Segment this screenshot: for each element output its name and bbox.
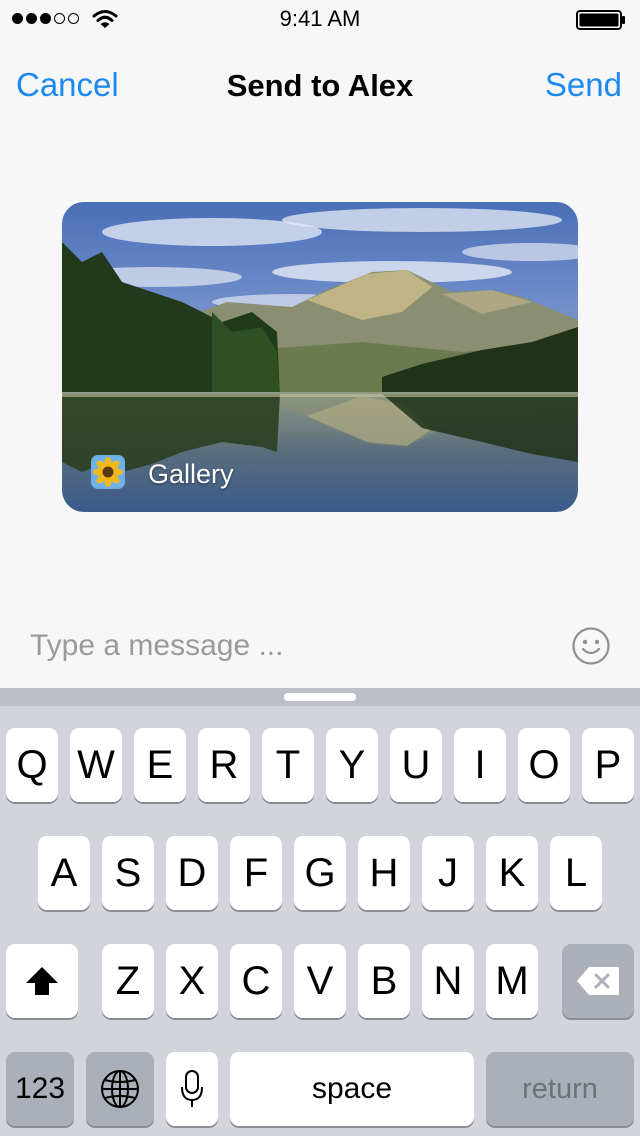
battery-icon [576, 10, 625, 30]
key-v[interactable]: V [294, 944, 346, 1018]
key-g[interactable]: G [294, 836, 346, 910]
send-button[interactable]: Send [545, 66, 622, 104]
key-p[interactable]: P [582, 728, 634, 802]
attachment-image [62, 202, 578, 512]
key-a[interactable]: A [38, 836, 90, 910]
navigation-bar: Cancel Send to Alex Send [0, 60, 640, 116]
key-u[interactable]: U [390, 728, 442, 802]
shift-key[interactable] [6, 944, 78, 1018]
return-key[interactable]: return [486, 1052, 634, 1126]
dictation-key[interactable] [166, 1052, 218, 1126]
keyboard: Q W E R T Y U I O P A S D F G H J K L Z … [0, 688, 640, 1136]
globe-key[interactable] [86, 1052, 154, 1126]
sunflower-icon [91, 455, 125, 489]
attachment-source-label: Gallery [148, 459, 234, 489]
key-w[interactable]: W [70, 728, 122, 802]
keyboard-header [0, 688, 640, 706]
key-z[interactable]: Z [102, 944, 154, 1018]
smiley-icon[interactable] [571, 626, 611, 666]
microphone-icon [181, 1070, 203, 1107]
key-l[interactable]: L [550, 836, 602, 910]
status-bar: 9:41 AM [0, 0, 640, 40]
shift-icon [26, 967, 58, 995]
status-time: 9:41 AM [279, 6, 361, 31]
key-m[interactable]: M [486, 944, 538, 1018]
key-t[interactable]: T [262, 728, 314, 802]
key-i[interactable]: I [454, 728, 506, 802]
cancel-button[interactable]: Cancel [16, 66, 119, 104]
backspace-key[interactable] [562, 944, 634, 1018]
key-j[interactable]: J [422, 836, 474, 910]
key-e[interactable]: E [134, 728, 186, 802]
key-c[interactable]: C [230, 944, 282, 1018]
key-r[interactable]: R [198, 728, 250, 802]
message-input[interactable] [30, 626, 550, 666]
numbers-key[interactable]: 123 [6, 1052, 74, 1126]
key-s[interactable]: S [102, 836, 154, 910]
globe-icon [101, 1070, 139, 1108]
backspace-icon [577, 967, 619, 995]
key-o[interactable]: O [518, 728, 570, 802]
key-d[interactable]: D [166, 836, 218, 910]
space-key[interactable]: space [230, 1052, 474, 1126]
key-h[interactable]: H [358, 836, 410, 910]
key-x[interactable]: X [166, 944, 218, 1018]
key-k[interactable]: K [486, 836, 538, 910]
key-b[interactable]: B [358, 944, 410, 1018]
key-y[interactable]: Y [326, 728, 378, 802]
keyboard-drag-handle[interactable] [284, 693, 356, 701]
key-n[interactable]: N [422, 944, 474, 1018]
key-f[interactable]: F [230, 836, 282, 910]
key-q[interactable]: Q [6, 728, 58, 802]
attachment-card[interactable]: Gallery [62, 202, 578, 512]
